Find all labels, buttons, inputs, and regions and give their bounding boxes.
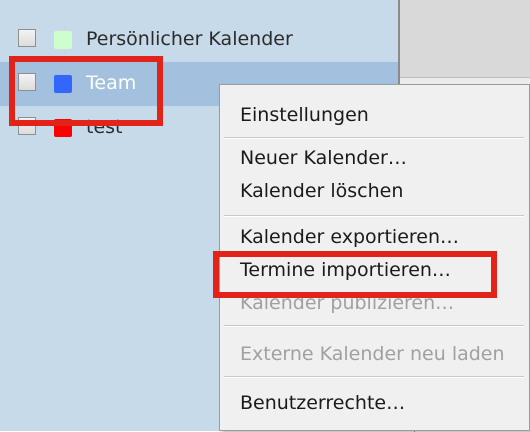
calendar-color-swatch (54, 31, 72, 49)
menu-separator (224, 137, 524, 139)
annotation-highlight-team (9, 56, 163, 126)
menu-item-neuer-kalender[interactable]: Neuer Kalender… (240, 143, 520, 173)
menu-separator (224, 215, 524, 217)
menu-item-externe-kalender-neu-laden: Externe Kalender neu laden (240, 343, 505, 365)
menu-item-kalender-loeschen[interactable]: Kalender löschen (240, 176, 520, 206)
calendar-label: Persönlicher Kalender (86, 28, 293, 50)
menu-item-kalender-exportieren[interactable]: Kalender exportieren… (240, 222, 520, 252)
calendar-visibility-checkbox[interactable] (18, 29, 36, 47)
annotation-highlight-termine-importieren (213, 251, 497, 298)
menu-separator (224, 325, 524, 327)
menu-item-benutzerrechte[interactable]: Benutzerrechte… (240, 388, 520, 418)
menu-separator (224, 376, 524, 378)
menu-item-einstellungen[interactable]: Einstellungen (240, 100, 520, 130)
calendar-view-header (400, 0, 530, 78)
